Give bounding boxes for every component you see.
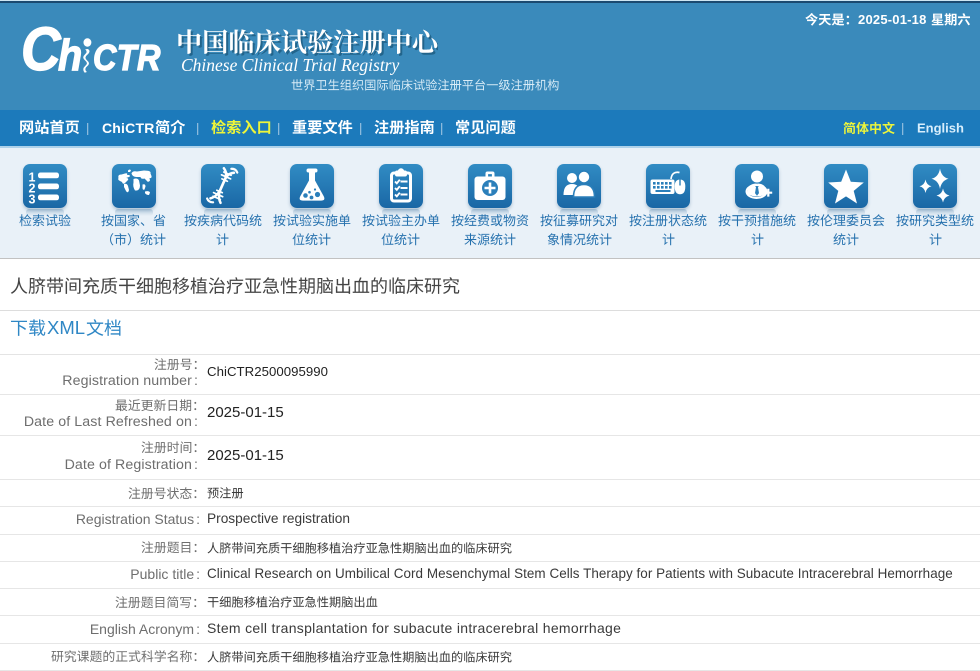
svg-text:3: 3 — [28, 193, 35, 207]
